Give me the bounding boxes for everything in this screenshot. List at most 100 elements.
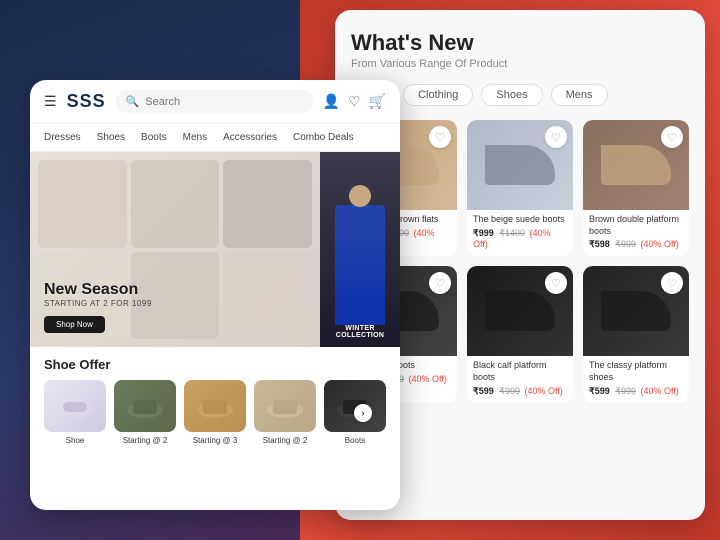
- winter-collection-label: WINTER COLLECTION: [326, 325, 394, 339]
- product-image-3: ♡: [583, 120, 689, 210]
- nav-accessories[interactable]: Accessories: [215, 130, 285, 145]
- offers-section: Shoe Offer Shoe Starting @ 2: [30, 347, 400, 454]
- wishlist-btn-5[interactable]: ♡: [545, 272, 567, 294]
- offer-item-1[interactable]: Shoe: [44, 380, 106, 446]
- hero-shoe-6: [223, 252, 312, 340]
- discount-3: (40% Off): [641, 239, 679, 249]
- product-info-5: Black calf platform boots ₹599 ₹999 (40%…: [467, 356, 573, 402]
- nav-dresses[interactable]: Dresses: [44, 130, 89, 145]
- offer-item-4[interactable]: Starting @ 2: [254, 380, 316, 446]
- offer-label-4: Starting @ 2: [254, 436, 316, 446]
- shoe-shape-2: [485, 145, 555, 185]
- wishlist-btn-6[interactable]: ♡: [661, 272, 683, 294]
- shoe-shape-5: [485, 291, 555, 331]
- product-card-2[interactable]: ♡ The beige suede boots ₹999 ₹1400 (40% …: [467, 120, 573, 256]
- hero-side: WINTER COLLECTION: [320, 152, 400, 347]
- search-icon: 🔍: [126, 95, 140, 108]
- discount-4: (40% Off): [409, 374, 447, 384]
- shoe-shape-6: [601, 291, 671, 331]
- user-icon[interactable]: 👤: [323, 93, 340, 110]
- hero-main: New Season STARTING AT 2 FOR 1099 Shop N…: [30, 152, 320, 347]
- offer-label-2: Starting @ 2: [114, 436, 176, 446]
- hero-text: New Season STARTING AT 2 FOR 1099 Shop N…: [44, 281, 152, 333]
- new-price-6: ₹599: [589, 386, 610, 396]
- offer-image-2: [114, 380, 176, 432]
- product-card-6[interactable]: ♡ The classy platform shoes ₹599 ₹999 (4…: [583, 266, 689, 402]
- menu-icon[interactable]: ☰: [44, 93, 57, 110]
- store-header: ☰ SSS 🔍 👤 ♡ 🛒: [30, 80, 400, 124]
- filter-tab-clothing[interactable]: Clothing: [403, 84, 473, 106]
- header-icons: 👤 ♡ 🛒: [323, 93, 386, 110]
- offers-row: Shoe Starting @ 2 Starting @ 3: [44, 380, 386, 446]
- product-card-5[interactable]: ♡ Black calf platform boots ₹599 ₹999 (4…: [467, 266, 573, 402]
- nav-shoes[interactable]: Shoes: [89, 130, 133, 145]
- product-name-2: The beige suede boots: [473, 214, 567, 226]
- hero-section: New Season STARTING AT 2 FOR 1099 Shop N…: [30, 152, 400, 347]
- old-price-2: ₹1400: [499, 228, 525, 238]
- store-nav: Dresses Shoes Boots Mens Accessories Com…: [30, 124, 400, 152]
- offers-next-arrow[interactable]: ›: [354, 404, 372, 422]
- nav-boots[interactable]: Boots: [133, 130, 175, 145]
- filter-tabs: All Clothing Shoes Mens: [351, 84, 689, 106]
- product-name-5: Black calf platform boots: [473, 360, 567, 383]
- hero-side-image: [320, 152, 400, 347]
- filter-tab-shoes[interactable]: Shoes: [481, 84, 542, 106]
- wishlist-btn-3[interactable]: ♡: [661, 126, 683, 148]
- product-info-6: The classy platform shoes ₹599 ₹999 (40%…: [583, 356, 689, 402]
- nav-mens[interactable]: Mens: [175, 130, 215, 145]
- product-price-5: ₹599 ₹999 (40% Off): [473, 386, 567, 397]
- offer-label-3: Starting @ 3: [184, 436, 246, 446]
- store-logo: SSS: [67, 91, 106, 112]
- offer-image-1: [44, 380, 106, 432]
- product-image-2: ♡: [467, 120, 573, 210]
- wishlist-btn-1[interactable]: ♡: [429, 126, 451, 148]
- shop-now-button[interactable]: Shop Now: [44, 316, 105, 333]
- offer-label-1: Shoe: [44, 436, 106, 446]
- offers-title: Shoe Offer: [44, 357, 386, 372]
- search-bar[interactable]: 🔍: [116, 90, 313, 113]
- wishlist-btn-2[interactable]: ♡: [545, 126, 567, 148]
- old-price-6: ₹999: [615, 386, 636, 396]
- discount-5: (40% Off): [525, 386, 563, 396]
- hero-title: New Season: [44, 281, 152, 299]
- product-name-6: The classy platform shoes: [589, 360, 683, 383]
- discount-6: (40% Off): [641, 386, 679, 396]
- wishlist-btn-4[interactable]: ♡: [429, 272, 451, 294]
- search-input[interactable]: [145, 96, 302, 108]
- offers-wrapper: Shoe Starting @ 2 Starting @ 3: [44, 380, 386, 446]
- hero-shoe-1: [38, 160, 127, 248]
- old-price-5: ₹999: [499, 386, 520, 396]
- products-grid: ♡ Studs on brown flats ₹999 ₹1400 (40% O…: [351, 120, 689, 403]
- product-image-6: ♡: [583, 266, 689, 356]
- old-price-3: ₹999: [615, 239, 636, 249]
- offer-image-4: [254, 380, 316, 432]
- product-info-3: Brown double platform boots ₹598 ₹999 (4…: [583, 210, 689, 256]
- product-name-3: Brown double platform boots: [589, 214, 683, 237]
- new-price-2: ₹999: [473, 228, 494, 238]
- filter-tab-mens[interactable]: Mens: [551, 84, 608, 106]
- wishlist-icon[interactable]: ♡: [348, 93, 361, 110]
- nav-combo-deals[interactable]: Combo Deals: [285, 130, 362, 145]
- shoe-shape-3: [601, 145, 671, 185]
- whats-new-subtitle: From Various Range Of Product: [351, 58, 689, 70]
- offer-item-3[interactable]: Starting @ 3: [184, 380, 246, 446]
- offer-image-3: [184, 380, 246, 432]
- offer-image-5: [324, 380, 386, 432]
- store-panel: ☰ SSS 🔍 👤 ♡ 🛒 Dresses Shoes Boots Mens A…: [30, 80, 400, 510]
- new-price-5: ₹599: [473, 386, 494, 396]
- product-price-2: ₹999 ₹1400 (40% Off): [473, 228, 567, 249]
- new-price-3: ₹598: [589, 239, 610, 249]
- hero-shoe-2: [131, 160, 220, 248]
- hero-subtitle: STARTING AT 2 FOR 1099: [44, 299, 152, 308]
- product-price-3: ₹598 ₹999 (40% Off): [589, 239, 683, 250]
- cart-icon[interactable]: 🛒: [369, 93, 386, 110]
- product-card-3[interactable]: ♡ Brown double platform boots ₹598 ₹999 …: [583, 120, 689, 256]
- product-price-6: ₹599 ₹999 (40% Off): [589, 386, 683, 397]
- hero-shoe-3: [223, 160, 312, 248]
- winter-person: [335, 205, 385, 325]
- whats-new-title: What's New: [351, 30, 689, 56]
- product-info-2: The beige suede boots ₹999 ₹1400 (40% Of…: [467, 210, 573, 255]
- product-image-5: ♡: [467, 266, 573, 356]
- offer-label-5: Boots: [324, 436, 386, 446]
- offer-item-2[interactable]: Starting @ 2: [114, 380, 176, 446]
